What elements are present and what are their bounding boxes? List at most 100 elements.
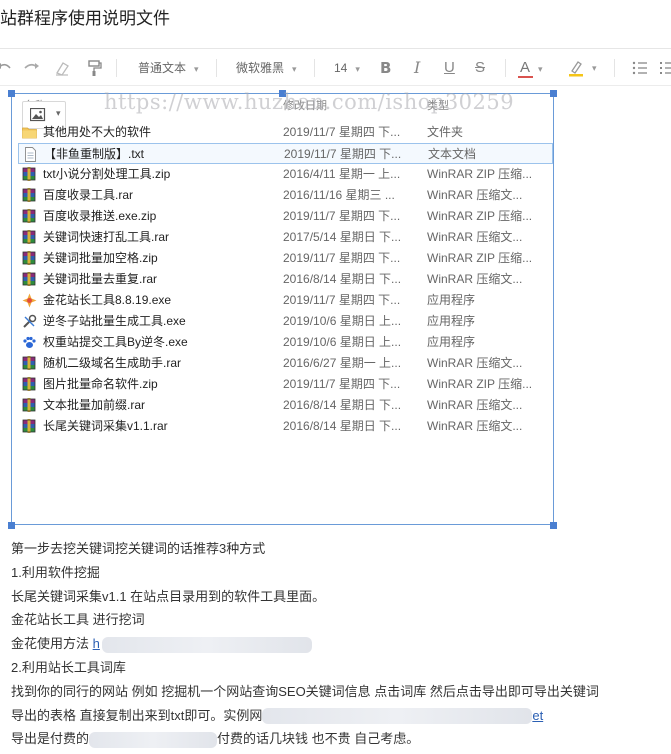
file-name: 文本批量加前缀.rar [43, 398, 146, 412]
column-header-type: 类型 [427, 100, 449, 112]
paragraph-text: 金花使用方法 [11, 636, 93, 652]
file-type: 文件夹 [427, 125, 464, 139]
file-date: 2019/11/7 星期四 下... [283, 251, 401, 265]
file-type: WinRAR 压缩文... [427, 398, 523, 412]
tutorial-link[interactable]: h [93, 636, 100, 651]
example-link[interactable]: et [532, 708, 543, 723]
paragraph: 金花使用方法 h [11, 632, 671, 656]
file-type: WinRAR ZIP 压缩... [427, 251, 533, 265]
winrar-icon [22, 188, 37, 203]
file-type: 文本文档 [428, 147, 477, 161]
file-name: 其他用处不大的软件 [43, 125, 152, 139]
file-row[interactable]: 关键词批量去重复.rar 2016/8/14 星期日 下... WinRAR 压缩文… [18, 269, 553, 290]
file-type: 应用程序 [427, 314, 476, 328]
paragraph-style-select[interactable]: 普通文本 [138, 59, 199, 77]
file-row[interactable]: 权重站提交工具By逆冬.exe 2019/10/6 星期日 上... 应用程序 [18, 332, 553, 353]
file-name: 逆冬子站批量生成工具.exe [43, 314, 186, 328]
file-row[interactable]: 百度收录工具.rar 2016/11/16 星期三 ... WinRAR 压缩文..… [18, 185, 553, 206]
underline-button[interactable]: U [444, 59, 455, 77]
toolbar-divider [505, 59, 506, 77]
file-row[interactable]: 逆冬子站批量生成工具.exe 2019/10/6 星期日 上... 应用程序 [18, 311, 553, 332]
paragraph: 第一步去挖关键词挖关键词的话推荐3种方式 [11, 541, 266, 556]
file-type: 应用程序 [427, 335, 476, 349]
file-row[interactable]: 图片批量命名软件.zip 2019/11/7 星期四 下... WinRAR ZIP… [18, 374, 553, 395]
file-row[interactable]: txt小说分割处理工具.zip 2016/4/11 星期一 上... WinRAR … [18, 164, 553, 185]
paragraph: 金花站长工具 进行挖词 [11, 612, 145, 628]
resize-handle-top-right[interactable] [550, 90, 557, 97]
resize-handle-bottom-left[interactable] [8, 522, 15, 529]
file-name: txt小说分割处理工具.zip [43, 167, 171, 181]
file-date: 2016/8/14 星期日 下... [283, 419, 402, 433]
font-color-button[interactable]: A ▾ [518, 59, 543, 78]
bold-button[interactable]: B [380, 59, 391, 77]
clear-format-icon[interactable] [54, 59, 70, 77]
paragraph: 导出是付费的 付费的话几块钱 也不贵 自己考虑。 [11, 727, 671, 751]
document-title: 站群程序使用说明文件 [0, 9, 170, 28]
paragraph-text: 导出是付费的 [11, 731, 90, 747]
file-row[interactable]: 文本批量加前缀.rar 2016/8/14 星期日 下... WinRAR 压缩文.… [18, 395, 553, 416]
tool-app-icon [22, 314, 37, 329]
font-family-select[interactable]: 微软雅黑 [236, 59, 297, 77]
file-type: WinRAR 压缩文... [427, 356, 523, 370]
document-body[interactable]: 第一步去挖关键词挖关键词的话推荐3种方式 1.利用软件挖掘 长尾关键词采集v1.… [11, 537, 671, 751]
italic-button[interactable]: I [414, 59, 420, 77]
undo-icon[interactable] [0, 59, 12, 77]
resize-handle-top-left[interactable] [8, 90, 15, 97]
file-name: 图片批量命名软件.zip [43, 377, 158, 391]
chevron-down-icon: ▾ [56, 108, 61, 118]
file-type: WinRAR 压缩文... [427, 272, 523, 286]
file-row[interactable]: 关键词快速打乱工具.rar 2017/5/14 星期日 下... WinRAR 压缩… [18, 227, 553, 248]
font-size-select[interactable]: 14 [334, 59, 360, 77]
winrar-icon [22, 398, 37, 413]
file-row[interactable]: 随机二级域名生成助手.rar 2016/6/27 星期一 上... WinRAR 压… [18, 353, 553, 374]
file-type: WinRAR 压缩文... [427, 419, 523, 433]
file-date: 2016/6/27 星期一 上... [283, 356, 402, 370]
file-date: 2019/11/7 星期四 下... [284, 147, 402, 161]
redo-icon[interactable] [22, 59, 40, 77]
file-row[interactable]: 其他用处不大的软件 2019/11/7 星期四 下... 文件夹 [18, 122, 553, 143]
toolbar-divider [614, 59, 615, 77]
file-row[interactable]: 金花站长工具8.8.19.exe 2019/11/7 星期四 下... 应用程序 [18, 290, 553, 311]
paragraph: 2.利用站长工具词库 [11, 659, 126, 675]
winrar-icon [22, 272, 37, 287]
redacted-blur [89, 731, 218, 748]
toolbar-divider [314, 59, 315, 77]
file-type: 应用程序 [427, 293, 476, 307]
file-name: 【非鱼重制版】.txt [44, 147, 145, 161]
file-date: 2019/11/7 星期四 下... [283, 293, 401, 307]
resize-handle-bottom-right[interactable] [550, 522, 557, 529]
bulleted-list-icon[interactable] [632, 59, 648, 77]
winrar-icon [22, 230, 37, 245]
winrar-icon [22, 167, 37, 182]
file-type: WinRAR ZIP 压缩... [427, 209, 533, 223]
file-row[interactable]: 关键词批量加空格.zip 2019/11/7 星期四 下... WinRAR ZIP… [18, 248, 553, 269]
file-name: 关键词批量加空格.zip [43, 251, 158, 265]
format-painter-icon[interactable] [86, 59, 102, 77]
font-color-swatch [518, 76, 533, 78]
file-row[interactable]: 【非鱼重制版】.txt 2019/11/7 星期四 下... 文本文档 [18, 143, 553, 164]
file-list: 其他用处不大的软件 2019/11/7 星期四 下... 文件夹 【非鱼重制版】.tx… [18, 122, 553, 437]
redacted-blur [101, 636, 312, 653]
resize-handle-top[interactable] [279, 90, 286, 97]
column-header-date: 修改日期 [283, 100, 327, 112]
winrar-icon [22, 419, 37, 434]
winrar-icon [22, 356, 37, 371]
paragraph: 找到你的同行的网站 例如 挖掘机一个网站查询SEO关键词信息 点击词库 然后点击… [11, 683, 599, 699]
file-date: 2019/11/7 星期四 下... [283, 209, 401, 223]
file-date: 2017/5/14 星期日 下... [283, 230, 402, 244]
strikethrough-button[interactable]: S [475, 59, 485, 77]
file-row[interactable]: 长尾关键词采集v1.1.rar 2016/8/14 星期日 下... WinRAR … [18, 416, 553, 437]
numbered-list-icon[interactable] [660, 59, 671, 77]
file-name: 长尾关键词采集v1.1.rar [43, 419, 168, 433]
file-date: 2019/10/6 星期日 上... [283, 335, 402, 349]
highlight-button[interactable]: ▾ [568, 59, 597, 77]
jinhua-app-icon [22, 293, 37, 308]
paragraph: 导出的表格 直接复制出来到txt即可。实例网 et [11, 704, 671, 728]
file-name: 随机二级域名生成助手.rar [43, 356, 182, 370]
file-type: WinRAR ZIP 压缩... [427, 377, 533, 391]
paragraph: 1.利用软件挖掘 [11, 564, 100, 580]
file-row[interactable]: 百度收录推送.exe.zip 2019/11/7 星期四 下... WinRAR Z… [18, 206, 553, 227]
file-name: 金花站长工具8.8.19.exe [43, 293, 172, 307]
highlighter-icon [569, 61, 583, 77]
text-file-icon [23, 147, 38, 162]
